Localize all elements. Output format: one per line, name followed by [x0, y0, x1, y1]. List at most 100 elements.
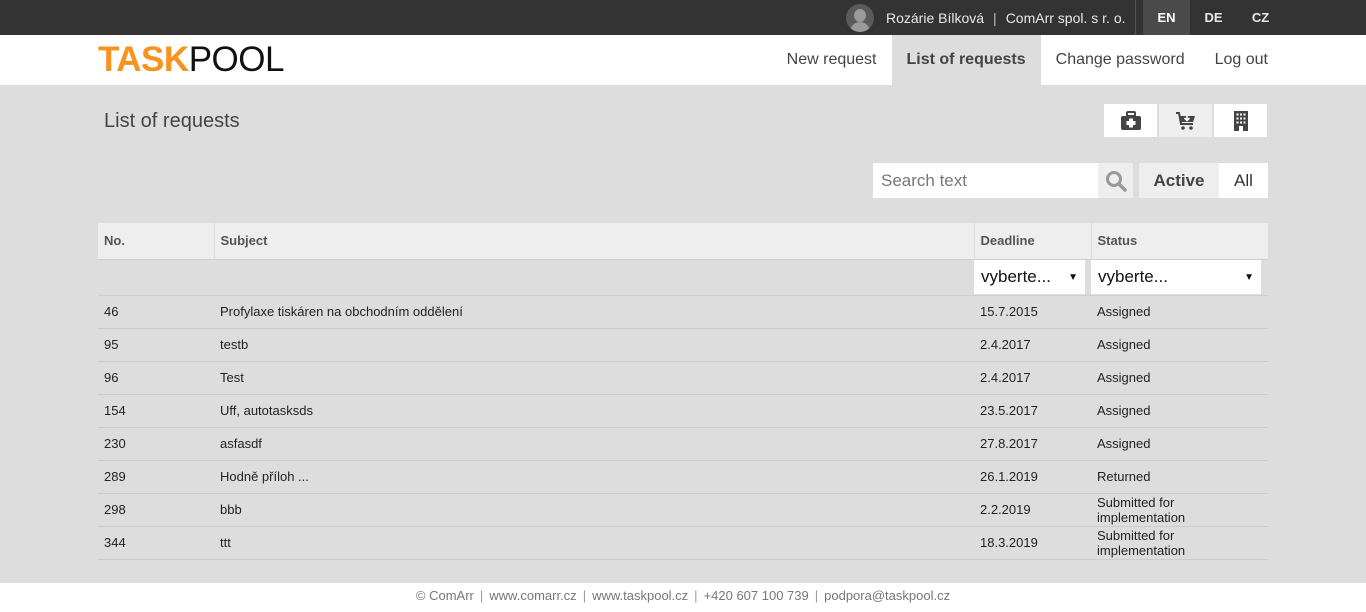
cell-status: Assigned	[1091, 295, 1268, 329]
cell-subject: Uff, autotasksds	[214, 394, 974, 428]
cell-no: 95	[98, 328, 214, 362]
footer-phone[interactable]: +420 607 100 739	[704, 588, 809, 603]
cell-status: Assigned	[1091, 328, 1268, 362]
footer-link-taskpool[interactable]: www.taskpool.cz	[592, 588, 688, 603]
dropdown-arrow-icon: ▼	[1068, 271, 1078, 283]
building-icon	[1233, 110, 1248, 131]
table-row[interactable]: 96 Test 2.4.2017 Assigned	[98, 361, 1268, 395]
table-row[interactable]: 95 testb 2.4.2017 Assigned	[98, 328, 1268, 362]
cell-no: 344	[98, 526, 214, 560]
cell-subject: bbb	[214, 493, 974, 527]
nav-change-password[interactable]: Change password	[1041, 35, 1200, 85]
page-title: List of requests	[104, 110, 240, 132]
cell-deadline: 26.1.2019	[974, 460, 1091, 494]
table-row[interactable]: 289 Hodně příloh ... 26.1.2019 Returned	[98, 460, 1268, 494]
cell-subject: Hodně příloh ...	[214, 460, 974, 494]
table-filter-row: vyberte... ▼ vyberte... ▼	[98, 259, 1268, 296]
deadline-filter-cell: vyberte... ▼	[974, 259, 1091, 296]
column-header-deadline[interactable]: Deadline	[974, 223, 1092, 260]
filter-all-button[interactable]: All	[1219, 163, 1268, 198]
cart-download-icon	[1175, 111, 1195, 130]
cell-status: Assigned	[1091, 361, 1268, 395]
company-name: ComArr spol. s r. o.	[1005, 9, 1126, 26]
requests-table: No. Subject Deadline Status vyberte... ▼…	[98, 223, 1268, 560]
user-info: Rozárie Bílková | ComArr spol. s r. o.	[846, 3, 1126, 32]
search-icon	[1105, 170, 1127, 192]
dropdown-arrow-icon: ▼	[1244, 271, 1254, 283]
footer-separator: |	[694, 588, 698, 603]
language-cz[interactable]: CZ	[1237, 0, 1284, 35]
column-header-status[interactable]: Status	[1091, 223, 1268, 260]
language-switcher: EN DE CZ	[1143, 0, 1284, 35]
search-input[interactable]	[873, 163, 1098, 198]
column-header-no[interactable]: No.	[98, 223, 215, 260]
deadline-filter-select[interactable]: vyberte... ▼	[974, 260, 1085, 294]
cell-deadline: 15.7.2015	[974, 295, 1091, 329]
first-aid-kit-icon	[1120, 110, 1141, 130]
cell-no: 96	[98, 361, 214, 395]
footer-separator: |	[814, 588, 819, 603]
cell-no: 46	[98, 295, 214, 329]
cell-status: Assigned	[1091, 427, 1268, 461]
top-bar: Rozárie Bílková | ComArr spol. s r. o. E…	[0, 0, 1366, 35]
cell-subject: Test	[214, 361, 974, 395]
column-header-subject[interactable]: Subject	[214, 223, 975, 260]
nav-list-of-requests[interactable]: List of requests	[891, 35, 1041, 85]
cell-no: 298	[98, 493, 214, 527]
cell-status: Assigned	[1091, 394, 1268, 428]
empty-filter-cell	[214, 259, 974, 296]
cell-deadline: 2.4.2017	[974, 361, 1091, 395]
footer-separator: |	[479, 588, 484, 603]
cart-download-button[interactable]	[1159, 104, 1212, 137]
footer-copyright: © ComArr	[415, 588, 474, 603]
cell-no: 230	[98, 427, 214, 461]
user-separator: |	[993, 9, 997, 26]
empty-filter-cell	[98, 259, 214, 296]
cell-deadline: 27.8.2017	[974, 427, 1091, 461]
footer: © ComArr | www.comarr.cz | www.taskpool.cz | +…	[0, 583, 1366, 612]
footer-email[interactable]: podpora@taskpool.cz	[824, 588, 950, 603]
action-buttons	[1104, 104, 1267, 137]
status-filter-value: vyberte...	[1098, 267, 1168, 286]
building-button[interactable]	[1214, 104, 1267, 137]
filter-active-button[interactable]: Active	[1139, 163, 1219, 198]
table-row[interactable]: 154 Uff, autotasksds 23.5.2017 Assigned	[98, 394, 1268, 428]
divider	[1135, 0, 1136, 35]
cell-no: 154	[98, 394, 214, 428]
search-button[interactable]	[1098, 163, 1133, 198]
nav-log-out[interactable]: Log out	[1200, 35, 1283, 85]
deadline-filter-value: vyberte...	[981, 267, 1051, 286]
cell-deadline: 2.2.2019	[974, 493, 1091, 527]
cell-status: Returned	[1091, 460, 1268, 494]
table-row[interactable]: 298 bbb 2.2.2019 Submitted for implementati…	[98, 493, 1268, 527]
table-row[interactable]: 46 Profylaxe tiskáren na obchodním odděle…	[98, 295, 1268, 329]
table-row[interactable]: 344 ttt 18.3.2019 Submitted for implementat…	[98, 526, 1268, 560]
cell-subject: testb	[214, 328, 974, 362]
cell-deadline: 23.5.2017	[974, 394, 1091, 428]
nav-new-request[interactable]: New request	[772, 35, 892, 85]
cell-no: 289	[98, 460, 214, 494]
header: TASKPOOL New request List of requests Ch…	[0, 35, 1366, 85]
language-en[interactable]: EN	[1143, 0, 1190, 35]
footer-separator: |	[582, 588, 587, 603]
cell-subject: Profylaxe tiskáren na obchodním oddělení	[214, 295, 974, 329]
status-filter-cell: vyberte... ▼	[1091, 259, 1268, 296]
user-name: Rozárie Bílková	[886, 9, 985, 26]
user-avatar-icon	[846, 3, 874, 32]
logo-pool: POOL	[188, 40, 285, 79]
cell-deadline: 18.3.2019	[974, 526, 1091, 560]
main-nav: New request List of requests Change pass…	[772, 35, 1283, 85]
footer-link-comarr[interactable]: www.comarr.cz	[489, 588, 576, 603]
taskpool-logo[interactable]: TASKPOOL	[98, 40, 285, 79]
cell-deadline: 2.4.2017	[974, 328, 1091, 362]
language-de[interactable]: DE	[1190, 0, 1237, 35]
cell-subject: ttt	[214, 526, 974, 560]
table-header-row: No. Subject Deadline Status	[98, 223, 1268, 260]
first-aid-button[interactable]	[1104, 104, 1157, 137]
status-filter-select[interactable]: vyberte... ▼	[1091, 260, 1261, 294]
logo-task: TASK	[98, 40, 189, 79]
cell-status: Submitted for implementation	[1091, 493, 1268, 527]
cell-subject: asfasdf	[214, 427, 974, 461]
cell-status: Submitted for implementation	[1091, 526, 1268, 560]
table-row[interactable]: 230 asfasdf 27.8.2017 Assigned	[98, 427, 1268, 461]
